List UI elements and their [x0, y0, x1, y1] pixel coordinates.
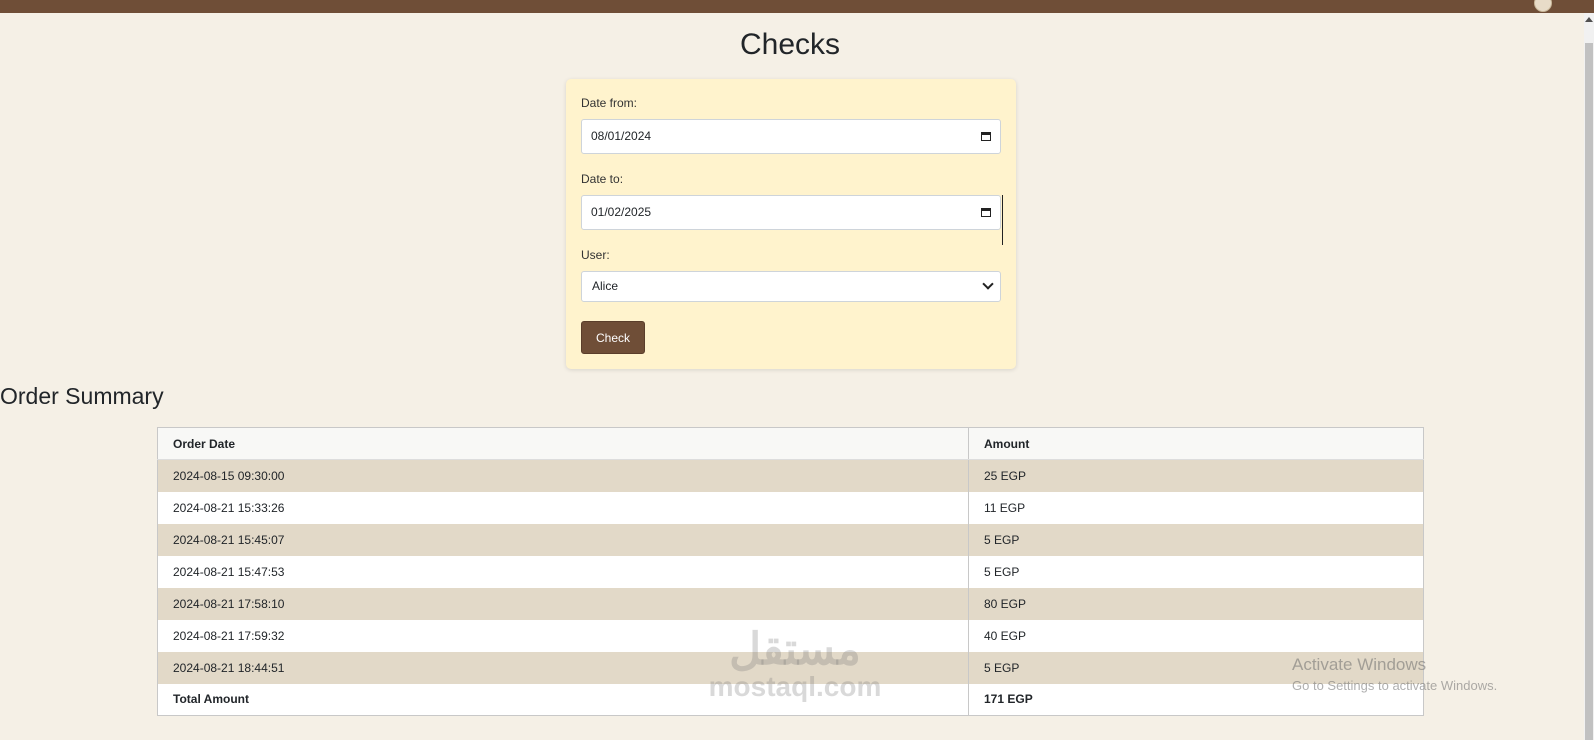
order-date-cell: 2024-08-15 09:30:00: [157, 459, 969, 492]
order-date-cell: 2024-08-21 17:58:10: [157, 587, 969, 620]
amount-cell: 5 EGP: [968, 523, 1424, 556]
date-from-label: Date from:: [581, 96, 638, 110]
top-navbar: [0, 0, 1594, 13]
table-row: 2024-08-15 09:30:00 25 EGP: [157, 459, 1424, 492]
activate-windows-title: Activate Windows: [1292, 655, 1427, 674]
user-label: User:: [581, 248, 610, 262]
table-row: 2024-08-21 17:58:10 80 EGP: [157, 587, 1424, 620]
order-date-cell: 2024-08-21 18:44:51: [157, 651, 969, 684]
table-header-row: Order Date Amount: [157, 427, 1424, 460]
scroll-up-arrow-icon[interactable]: [1585, 17, 1593, 22]
table-row: 2024-08-21 15:47:53 5 EGP: [157, 555, 1424, 588]
amount-cell: 80 EGP: [968, 587, 1424, 620]
amount-cell: 5 EGP: [968, 555, 1424, 588]
calendar-icon[interactable]: [981, 208, 991, 217]
table-row: 2024-08-21 18:44:51 5 EGP: [157, 651, 1424, 684]
date-to-label: Date to:: [581, 172, 624, 186]
vertical-scrollbar[interactable]: [1584, 13, 1594, 740]
user-selected-value: Alice: [592, 279, 619, 293]
filter-form: Date from: 08/01/2024 Date to: 01/02/202…: [566, 79, 1016, 369]
order-date-cell: 2024-08-21 17:59:32: [157, 619, 969, 652]
table-row: 2024-08-21 15:45:07 5 EGP: [157, 523, 1424, 556]
order-date-cell: 2024-08-21 15:45:07: [157, 523, 969, 556]
chevron-down-icon: [982, 278, 994, 290]
total-label: Total Amount: [157, 683, 969, 716]
user-select[interactable]: Alice: [581, 271, 1001, 302]
activate-windows-subtitle: Go to Settings to activate Windows.: [1292, 678, 1498, 693]
amount-cell: 11 EGP: [968, 491, 1424, 524]
order-date-cell: 2024-08-21 15:33:26: [157, 491, 969, 524]
table-row: 2024-08-21 15:33:26 11 EGP: [157, 491, 1424, 524]
text-cursor: [1002, 195, 1003, 245]
date-from-input[interactable]: 08/01/2024: [581, 119, 1001, 154]
amount-cell: 25 EGP: [968, 459, 1424, 492]
amount-cell: 40 EGP: [968, 619, 1424, 652]
total-row: Total Amount 171 EGP: [157, 683, 1424, 716]
user-avatar-icon[interactable]: [1534, 0, 1552, 12]
date-to-value: 01/02/2025: [591, 205, 652, 219]
date-from-value: 08/01/2024: [591, 129, 652, 143]
order-summary-table: Order Date Amount 2024-08-15 09:30:00 25…: [157, 427, 1424, 716]
order-summary-title: Order Summary: [0, 383, 164, 409]
check-button[interactable]: Check: [581, 321, 645, 354]
column-header-order-date: Order Date: [157, 427, 969, 460]
calendar-icon[interactable]: [981, 132, 991, 141]
activate-windows-notice: Activate Windows Go to Settings to activ…: [1292, 655, 1497, 693]
date-to-input[interactable]: 01/02/2025: [581, 195, 1001, 230]
table-row: 2024-08-21 17:59:32 40 EGP: [157, 619, 1424, 652]
column-header-amount: Amount: [968, 427, 1424, 460]
order-date-cell: 2024-08-21 15:47:53: [157, 555, 969, 588]
scrollbar-thumb[interactable]: [1585, 43, 1593, 740]
page-title: Checks: [739, 28, 841, 61]
